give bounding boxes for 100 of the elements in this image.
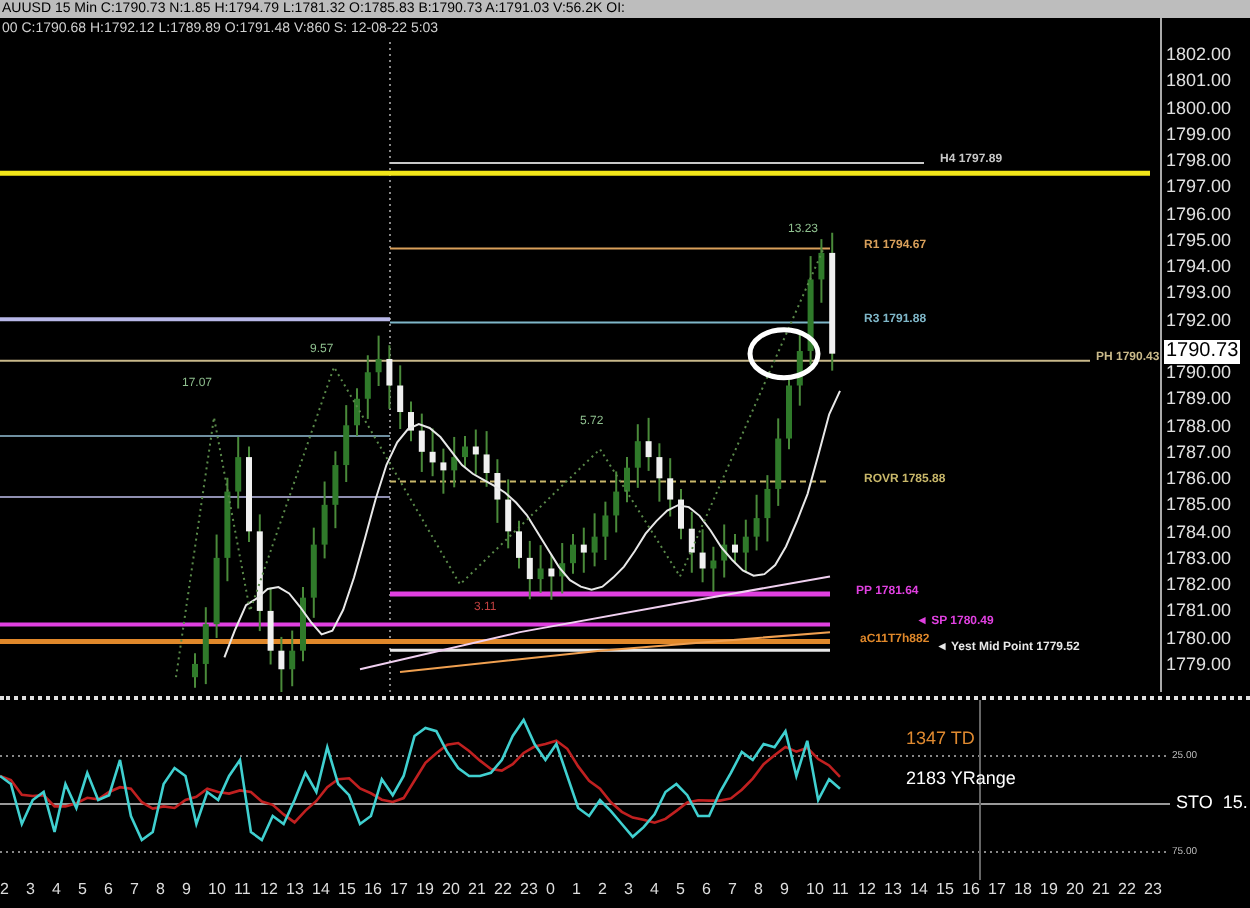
candlestick <box>246 445 252 543</box>
candlestick <box>829 231 836 372</box>
time-axis-label: 19 <box>1040 880 1060 900</box>
candlestick <box>580 526 587 574</box>
candlestick <box>386 344 393 410</box>
price-axis-label: 1780.00 <box>1166 627 1232 648</box>
price-axis-label: 1798.00 <box>1166 150 1232 171</box>
candlestick <box>408 400 414 443</box>
candlestick <box>418 412 425 473</box>
candlestick <box>548 553 555 601</box>
price-axis-label: 1796.00 <box>1166 203 1232 224</box>
candlestick <box>224 476 231 583</box>
time-axis-label: 15 <box>936 880 956 900</box>
candlestick <box>591 512 598 568</box>
candlestick <box>559 542 566 595</box>
candlestick <box>570 533 576 575</box>
time-axis-label: 12 <box>858 880 878 900</box>
price-axis-label: 1790.00 <box>1166 362 1232 383</box>
candlestick <box>732 533 738 565</box>
time-axis-label: 9 <box>780 880 791 900</box>
price-axis-label: 1785.00 <box>1166 494 1232 515</box>
candlestick <box>397 364 404 430</box>
candlestick <box>526 539 533 601</box>
time-axis-label: 6 <box>104 880 115 900</box>
time-axis-label: 8 <box>754 880 765 900</box>
candlestick <box>753 493 760 552</box>
candlestick <box>764 474 771 543</box>
candlestick <box>451 435 458 489</box>
time-axis-label: 2 <box>598 880 609 900</box>
price-axis-label: 1801.00 <box>1166 70 1232 91</box>
time-axis-label: 4 <box>52 880 63 900</box>
candlestick <box>235 435 242 510</box>
price-axis-label: 1794.00 <box>1166 256 1232 277</box>
candlestick <box>818 238 825 304</box>
price-axis-label: 1788.00 <box>1166 415 1232 436</box>
time-axis-label: 11 <box>234 880 253 900</box>
time-axis-label: 17 <box>988 880 1008 900</box>
price-axis-label: 1784.00 <box>1166 521 1232 542</box>
candlestick <box>202 606 209 686</box>
time-axis-label: 12 <box>260 880 280 900</box>
price-axis-label: 1786.00 <box>1166 468 1232 489</box>
candlestick <box>710 545 717 593</box>
time-axis-label: 10 <box>806 880 826 900</box>
price-axis-label: 1795.00 <box>1166 229 1232 250</box>
time-axis-label: 16 <box>962 880 982 900</box>
candlestick <box>742 518 749 574</box>
candlestick <box>775 417 782 507</box>
price-axis-label: 1802.00 <box>1166 44 1232 64</box>
price-axis-label: 1781.00 <box>1166 600 1232 621</box>
time-axis-label: 3 <box>624 880 635 900</box>
candlestick <box>213 533 220 639</box>
time-axis-label: 3 <box>26 880 37 900</box>
time-axis-label: 22 <box>1118 880 1138 900</box>
price-axis-label: 1787.00 <box>1166 441 1232 462</box>
candlestick <box>656 442 663 503</box>
time-axis-label: 5 <box>676 880 687 900</box>
candlestick <box>429 427 436 478</box>
indicator-label: 1347 TD <box>906 726 975 752</box>
candlestick <box>472 428 479 476</box>
time-axis-label: 21 <box>1092 880 1112 900</box>
candlestick <box>354 387 360 437</box>
time-axis-label: 23 <box>520 880 540 900</box>
time-axis-label: 11 <box>832 880 851 900</box>
indicator-title: STO 15. <box>1176 790 1248 816</box>
price-axis-label: 1800.00 <box>1166 97 1232 118</box>
candlestick <box>678 487 684 541</box>
candlestick <box>192 652 198 689</box>
candlestick <box>440 447 447 495</box>
highlight-circle <box>747 327 821 381</box>
time-axis-label: 7 <box>728 880 739 900</box>
candlestick <box>796 333 803 407</box>
time-axis-label: 20 <box>442 880 462 900</box>
candlestick <box>462 434 468 469</box>
candlestick <box>343 404 350 484</box>
candlestick <box>624 456 630 504</box>
candlestick <box>807 255 814 366</box>
time-axis-label: 18 <box>1014 880 1034 900</box>
time-axis-label: 9 <box>182 880 193 900</box>
time-axis-label: 21 <box>468 880 488 900</box>
candlestick <box>613 470 620 534</box>
time-axis-label: 0 <box>546 880 557 900</box>
time-axis-label: 8 <box>156 880 167 900</box>
candlestick <box>645 416 652 472</box>
time-axis-label: 4 <box>650 880 661 900</box>
time-axis-label: 7 <box>130 880 141 900</box>
time-axis-label: 13 <box>286 880 306 900</box>
candlestick <box>688 510 695 574</box>
candlestick <box>505 478 512 550</box>
candlestick <box>300 586 306 663</box>
candlestick <box>321 480 328 560</box>
time-axis-label: 23 <box>1144 880 1164 900</box>
candlestick <box>310 526 317 619</box>
candlestick <box>278 635 285 692</box>
candlestick <box>667 457 674 518</box>
price-axis-label: 1789.00 <box>1166 388 1232 409</box>
candlestick <box>289 629 296 688</box>
candlestick <box>375 334 382 388</box>
candlestick <box>483 430 490 488</box>
time-axis-label: 19 <box>416 880 436 900</box>
time-axis-label: 2 <box>0 880 11 900</box>
